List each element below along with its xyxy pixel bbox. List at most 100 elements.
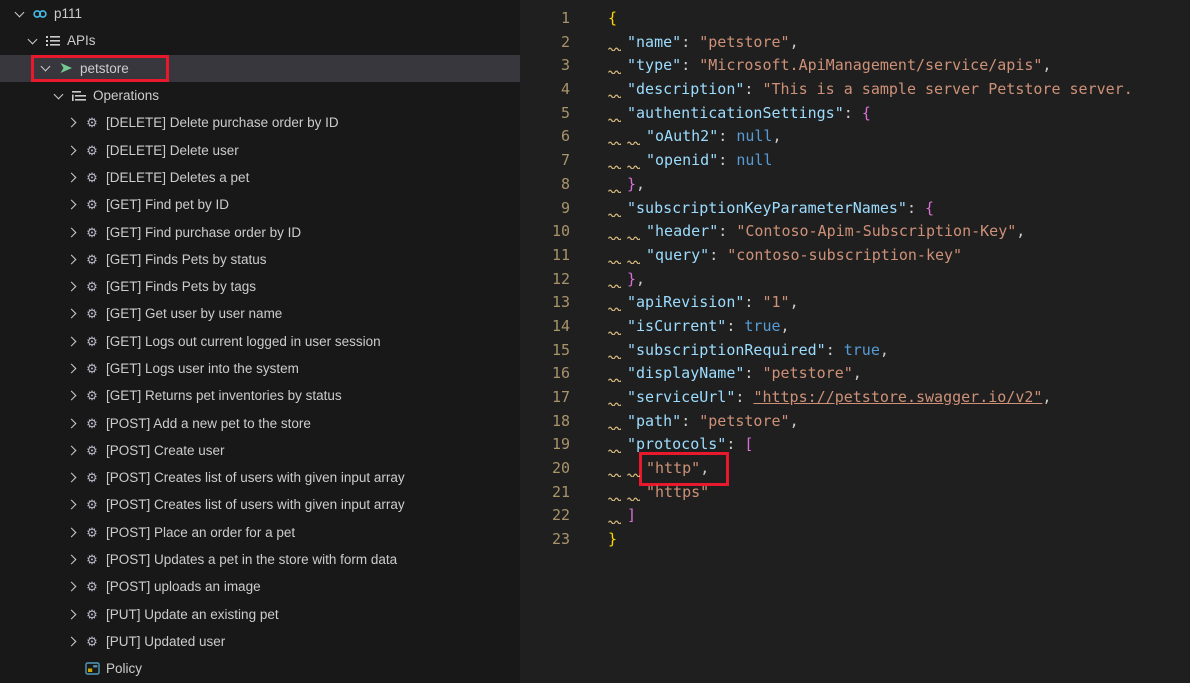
operation-gear-icon: ⚙: [81, 526, 103, 539]
tree-item-post-uploads-an-image[interactable]: ⚙[POST] uploads an image: [0, 573, 520, 600]
token-k: "name": [627, 33, 681, 51]
code-line[interactable]: 3"type": "Microsoft.ApiManagement/servic…: [520, 54, 1190, 78]
chevron-right-icon[interactable]: [66, 609, 76, 619]
tree-item-put-update-an-existing-pet[interactable]: ⚙[PUT] Update an existing pet: [0, 601, 520, 628]
tree-item-get-returns-pet-inventories-by-status[interactable]: ⚙[GET] Returns pet inventories by status: [0, 382, 520, 409]
token-b1: [: [744, 435, 753, 453]
code-line[interactable]: 4"description": "This is a sample server…: [520, 78, 1190, 102]
code-line[interactable]: 13"apiRevision": "1",: [520, 291, 1190, 315]
editor-lines: 1{2"name": "petstore",3"type": "Microsof…: [520, 7, 1190, 552]
chevron-right-icon[interactable]: [66, 445, 76, 455]
warning-squiggle-icon: [608, 58, 627, 73]
token-s: "petstore": [699, 412, 789, 430]
tree-item-petstore[interactable]: petstore: [0, 55, 520, 82]
line-number: 21: [520, 481, 570, 505]
warning-squiggle-icon: [608, 366, 627, 381]
code-line[interactable]: 17"serviceUrl": "https://petstore.swagge…: [520, 386, 1190, 410]
tree-item-post-creates-list-of-users-with-given-in[interactable]: ⚙[POST] Creates list of users with given…: [0, 491, 520, 518]
tree-item-policy[interactable]: Policy: [0, 655, 520, 682]
tree-item-get-find-purchase-order-by-id[interactable]: ⚙[GET] Find purchase order by ID: [0, 218, 520, 245]
code-line[interactable]: 14"isCurrent": true,: [520, 315, 1190, 339]
chevron-right-icon[interactable]: [66, 637, 76, 647]
chevron-right-icon[interactable]: [66, 227, 76, 237]
chevron-right-icon[interactable]: [66, 555, 76, 565]
code-line-content: "header": "Contoso-Apim-Subscription-Key…: [608, 220, 1025, 244]
chevron-right-icon[interactable]: [66, 172, 76, 182]
tree-item-get-logs-user-into-the-system[interactable]: ⚙[GET] Logs user into the system: [0, 355, 520, 382]
code-line[interactable]: 7"openid": null: [520, 149, 1190, 173]
chevron-right-icon[interactable]: [66, 118, 76, 128]
token-b1: }: [627, 270, 636, 288]
tree-item-post-place-an-order-for-a-pet[interactable]: ⚙[POST] Place an order for a pet: [0, 519, 520, 546]
code-line[interactable]: 23}: [520, 528, 1190, 552]
token-p: :: [726, 317, 744, 335]
line-number: 22: [520, 504, 570, 528]
chevron-right-icon[interactable]: [66, 254, 76, 264]
token-k: "path": [627, 412, 681, 430]
chevron-right-icon[interactable]: [66, 145, 76, 155]
chevron-right-icon[interactable]: [66, 473, 76, 483]
chevron-right-icon[interactable]: [66, 309, 76, 319]
tree-item-label: [GET] Logs user into the system: [106, 361, 299, 376]
chevron-right-icon[interactable]: [66, 364, 76, 374]
warning-squiggle-icon: [608, 272, 627, 287]
tree-item-label: petstore: [80, 61, 129, 76]
warning-squiggle-icon: [608, 390, 627, 405]
code-line[interactable]: 12},: [520, 268, 1190, 292]
chevron-right-icon[interactable]: [66, 500, 76, 510]
chevron-right-icon[interactable]: [66, 200, 76, 210]
code-line[interactable]: 6"oAuth2": null,: [520, 125, 1190, 149]
code-line[interactable]: 22]: [520, 504, 1190, 528]
tree-item-post-updates-a-pet-in-the-store-with-for[interactable]: ⚙[POST] Updates a pet in the store with …: [0, 546, 520, 573]
code-line[interactable]: 10"header": "Contoso-Apim-Subscription-K…: [520, 220, 1190, 244]
tree-item-get-find-pet-by-id[interactable]: ⚙[GET] Find pet by ID: [0, 191, 520, 218]
chevron-right-icon[interactable]: [66, 527, 76, 537]
tree-item-p111[interactable]: p111: [0, 0, 520, 27]
code-line[interactable]: 1{: [520, 7, 1190, 31]
chevron-right-icon[interactable]: [66, 418, 76, 428]
code-line[interactable]: 11"query": "contoso-subscription-key": [520, 244, 1190, 268]
tree-item-label: [DELETE] Deletes a pet: [106, 170, 249, 185]
code-line[interactable]: 5"authenticationSettings": {: [520, 102, 1190, 126]
tree-item-label: [POST] Updates a pet in the store with f…: [106, 552, 397, 567]
warning-squiggle-icon: [608, 343, 627, 358]
tree-item-get-logs-out-current-logged-in-user-sess[interactable]: ⚙[GET] Logs out current logged in user s…: [0, 328, 520, 355]
tree-item-get-finds-pets-by-status[interactable]: ⚙[GET] Finds Pets by status: [0, 246, 520, 273]
chevron-right-icon[interactable]: [66, 336, 76, 346]
tree-item-operations[interactable]: Operations: [0, 82, 520, 109]
tree-item-delete-delete-user[interactable]: ⚙[DELETE] Delete user: [0, 136, 520, 163]
code-line[interactable]: 8},: [520, 173, 1190, 197]
chevron-down-icon[interactable]: [40, 62, 50, 72]
code-line[interactable]: 19"protocols": [: [520, 433, 1190, 457]
code-line[interactable]: 20"http",: [520, 457, 1190, 481]
line-number: 2: [520, 31, 570, 55]
chevron-down-icon[interactable]: [14, 7, 24, 17]
code-line-content: "path": "petstore",: [608, 410, 799, 434]
tree-item-delete-delete-purchase-order-by-id[interactable]: ⚙[DELETE] Delete purchase order by ID: [0, 109, 520, 136]
tree-item-get-get-user-by-user-name[interactable]: ⚙[GET] Get user by user name: [0, 300, 520, 327]
tree-item-delete-deletes-a-pet[interactable]: ⚙[DELETE] Deletes a pet: [0, 164, 520, 191]
operation-gear-icon: ⚙: [81, 144, 103, 157]
code-line[interactable]: 2"name": "petstore",: [520, 31, 1190, 55]
json-editor[interactable]: 1{2"name": "petstore",3"type": "Microsof…: [520, 0, 1190, 683]
tree-item-get-finds-pets-by-tags[interactable]: ⚙[GET] Finds Pets by tags: [0, 273, 520, 300]
code-line[interactable]: 16"displayName": "petstore",: [520, 362, 1190, 386]
warning-squiggle-icon: [608, 35, 627, 50]
chevron-right-icon[interactable]: [66, 391, 76, 401]
code-line[interactable]: 15"subscriptionRequired": true,: [520, 339, 1190, 363]
tree-item-post-add-a-new-pet-to-the-store[interactable]: ⚙[POST] Add a new pet to the store: [0, 409, 520, 436]
code-line-content: "http",: [608, 457, 724, 481]
tree-item-post-creates-list-of-users-with-given-in[interactable]: ⚙[POST] Creates list of users with given…: [0, 464, 520, 491]
chevron-down-icon[interactable]: [27, 34, 37, 44]
code-line[interactable]: 21"https": [520, 481, 1190, 505]
chevron-right-icon[interactable]: [66, 282, 76, 292]
tree-item-put-updated-user[interactable]: ⚙[PUT] Updated user: [0, 628, 520, 655]
code-line[interactable]: 9"subscriptionKeyParameterNames": {: [520, 197, 1190, 221]
chevron-right-icon[interactable]: [66, 582, 76, 592]
chevron-down-icon[interactable]: [53, 89, 63, 99]
tree-item-post-create-user[interactable]: ⚙[POST] Create user: [0, 437, 520, 464]
warning-squiggle-icon: [608, 224, 627, 239]
code-line[interactable]: 18"path": "petstore",: [520, 410, 1190, 434]
token-k: "serviceUrl": [627, 388, 735, 406]
tree-item-apis[interactable]: APIs: [0, 27, 520, 54]
